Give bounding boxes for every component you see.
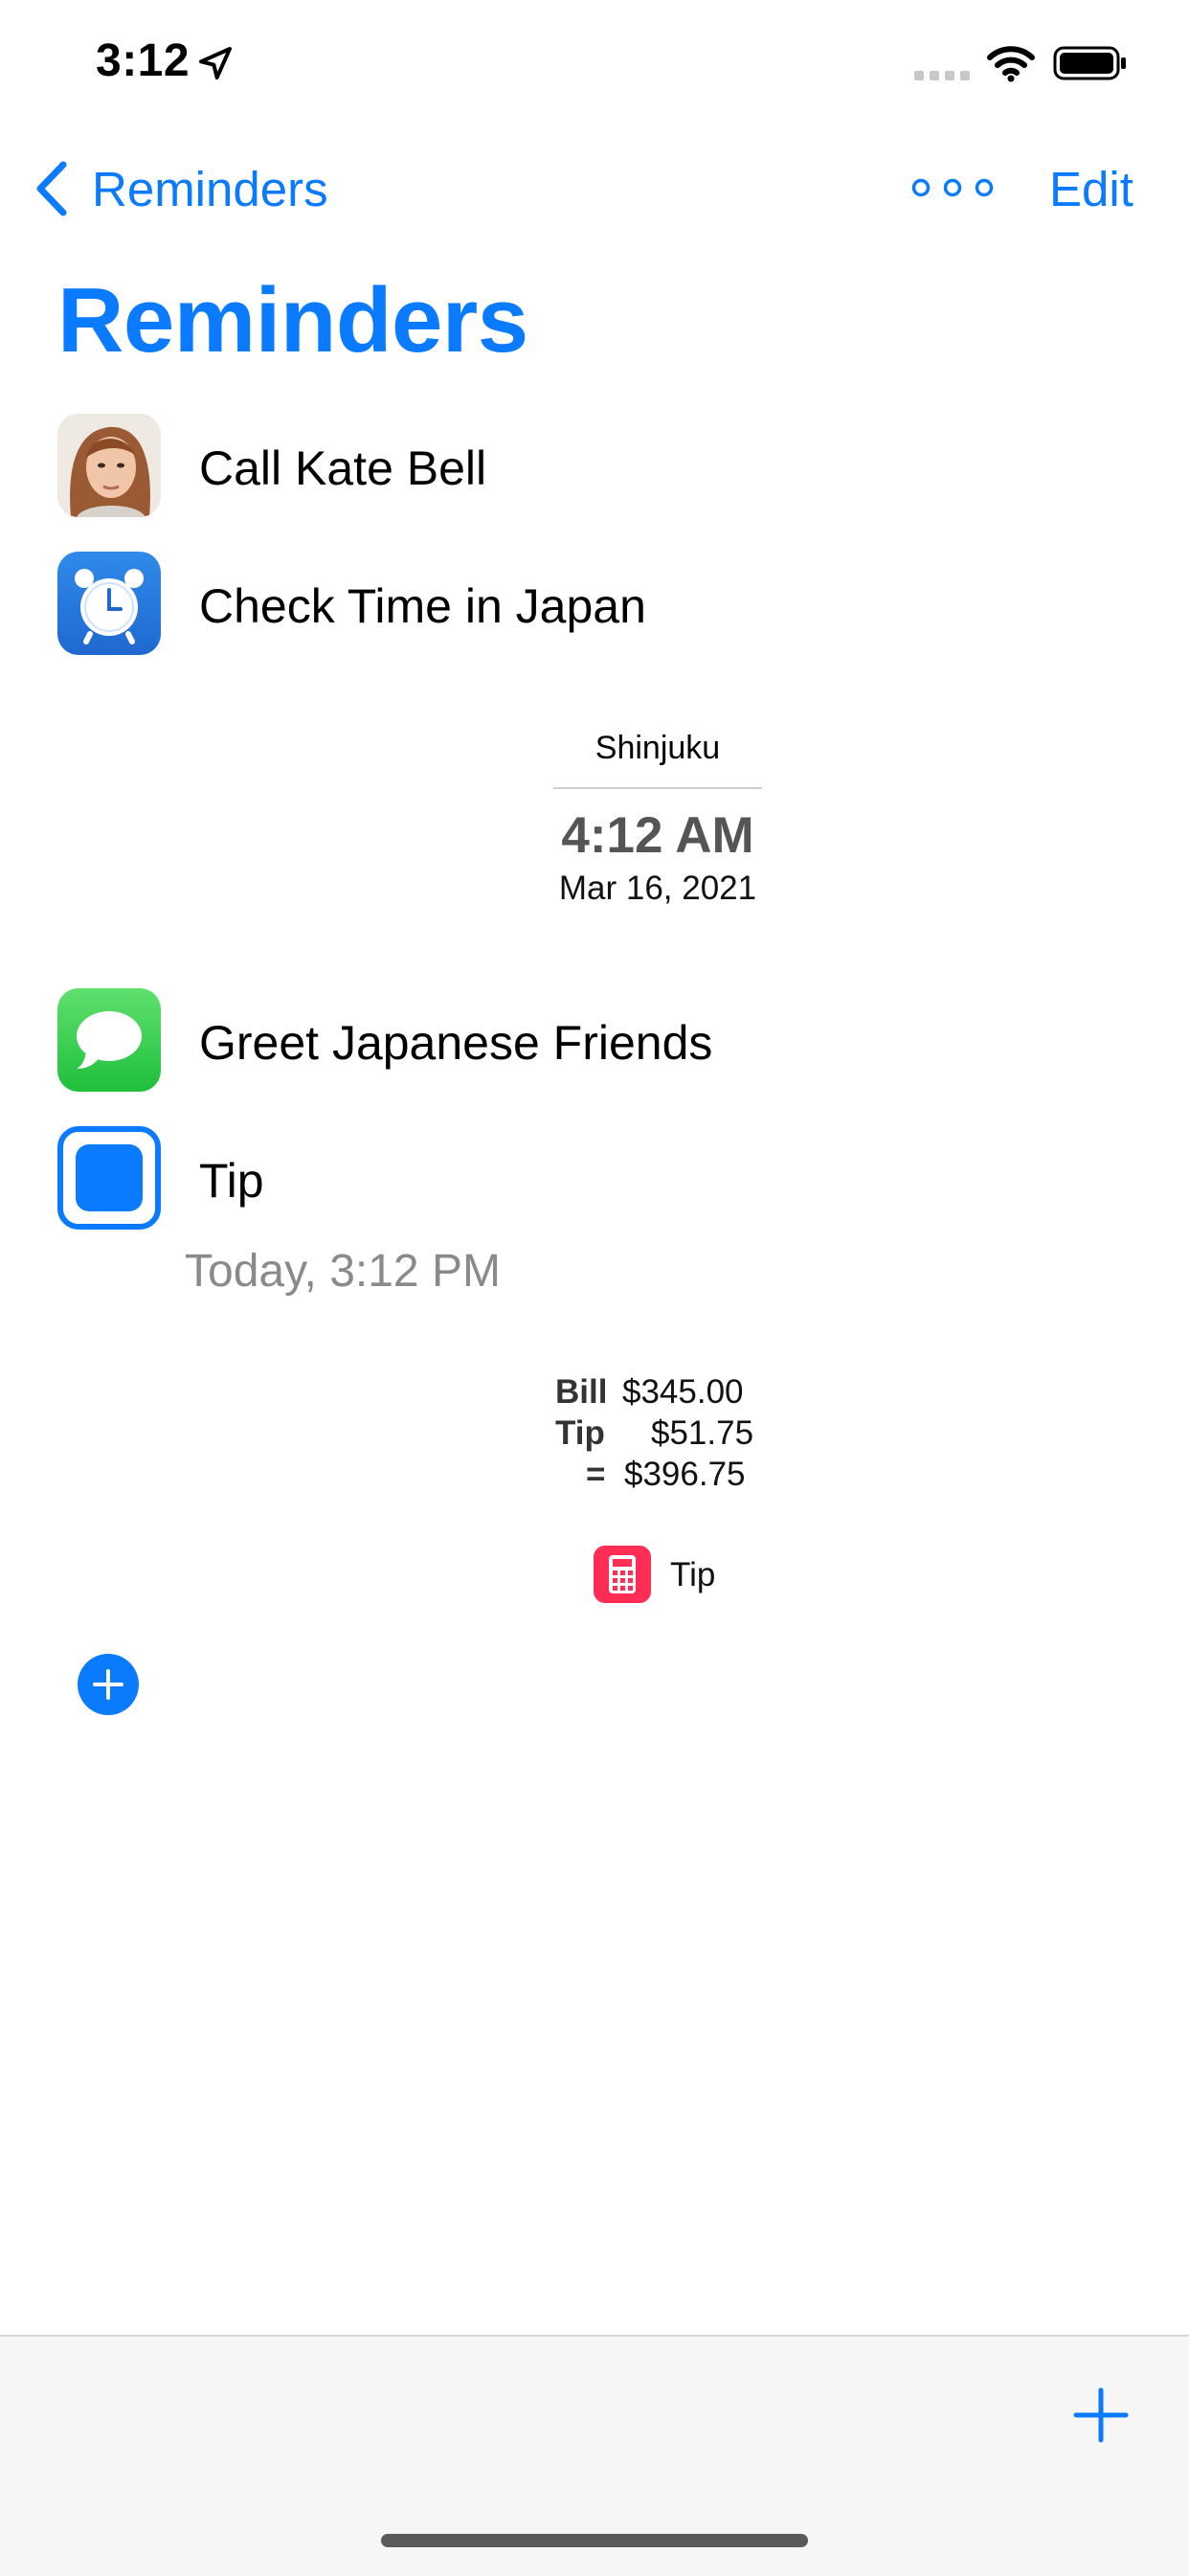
cellular-signal-icon	[914, 71, 970, 80]
plus-icon	[93, 1669, 123, 1700]
reminder-due-date: Today, 3:12 PM	[185, 1246, 501, 1297]
messages-icon[interactable]	[57, 988, 161, 1092]
checkbox-icon[interactable]	[57, 1126, 161, 1230]
reminder-title[interactable]: Check Time in Japan	[199, 578, 646, 634]
tip-app-label: Tip	[670, 1556, 716, 1593]
clock-city: Shinjuku	[594, 730, 721, 766]
bill-value: $345.00	[622, 1373, 744, 1411]
reminder-title[interactable]: Call Kate Bell	[199, 441, 486, 496]
back-chevron-icon[interactable]	[33, 159, 71, 218]
reminder-title[interactable]: Greet Japanese Friends	[199, 1015, 712, 1071]
status-time: 3:12	[96, 35, 191, 86]
contact-photo-avatar	[57, 414, 161, 517]
tip-label: Tip	[555, 1414, 605, 1452]
home-indicator[interactable]	[381, 2534, 808, 2547]
reminder-title[interactable]: Tip	[199, 1153, 264, 1209]
add-button[interactable]	[1072, 2386, 1130, 2444]
clock-date: Mar 16, 2021	[558, 870, 757, 907]
back-button[interactable]: Reminders	[92, 161, 328, 217]
tip-app-icon[interactable]	[594, 1546, 651, 1603]
page-title: Reminders	[57, 269, 528, 372]
bill-label: Bill	[555, 1373, 608, 1411]
alarm-clock-icon[interactable]	[57, 552, 161, 655]
edit-button[interactable]: Edit	[1049, 161, 1133, 217]
add-reminder-button[interactable]	[78, 1654, 139, 1715]
location-arrow-icon	[199, 47, 232, 79]
more-options-icon[interactable]	[909, 169, 996, 207]
clock-divider	[553, 787, 762, 789]
total-value: $396.75	[624, 1456, 746, 1493]
tip-value: $51.75	[651, 1414, 754, 1452]
battery-icon	[1053, 46, 1126, 80]
wifi-icon	[987, 46, 1035, 82]
clock-time: 4:12 AM	[561, 807, 754, 864]
total-label: =	[586, 1456, 606, 1493]
